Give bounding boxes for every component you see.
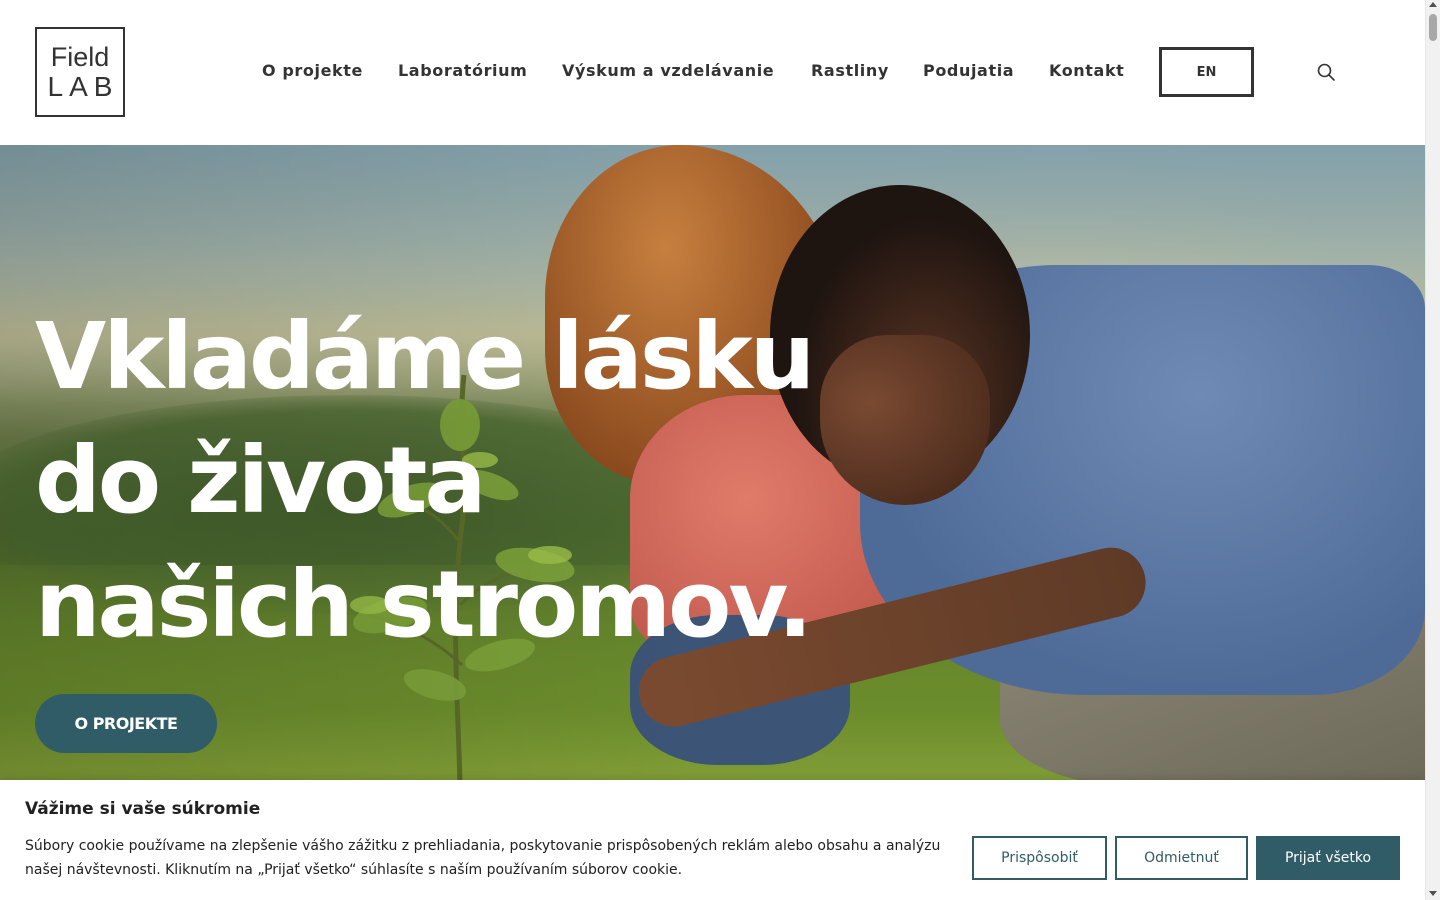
language-button[interactable]: EN [1159, 47, 1254, 97]
cookie-customize-button[interactable]: Prispôsobiť [972, 836, 1107, 880]
nav-item-rastliny[interactable]: Rastliny [811, 58, 889, 84]
hero-title-line-1: Vkladáme lásku [35, 303, 815, 410]
nav-item-podujatia[interactable]: Podujatia [923, 58, 1014, 84]
logo-line-1: Field [50, 42, 110, 72]
scroll-up-icon[interactable] [1429, 2, 1437, 7]
fieldlab-logo[interactable]: Field LAB [35, 27, 125, 117]
logo-line-2: LAB [47, 71, 119, 102]
scroll-thumb[interactable] [1429, 14, 1437, 41]
nav-item-vyskum[interactable]: Výskum a vzdelávanie [562, 58, 774, 84]
nav-item-o-projekte[interactable]: O projekte [262, 58, 363, 84]
hero-title-line-2: do života [35, 427, 486, 534]
hero-section: Vkladáme lásku do života našich stromov.… [0, 145, 1425, 785]
hero-image-boy-face [820, 335, 990, 505]
page-scrollbar[interactable] [1425, 0, 1440, 900]
cookie-banner: Vážime si vaše súkromie Súbory cookie po… [0, 780, 1425, 900]
cookie-accept-button[interactable]: Prijať všetko [1256, 836, 1400, 880]
o-projekte-button[interactable]: O PROJEKTE [35, 694, 217, 753]
site-header: Field LAB O projekte Laboratórium Výskum… [0, 0, 1425, 145]
cookie-text: Súbory cookie používame na zlepšenie váš… [25, 838, 941, 878]
cookie-reject-button[interactable]: Odmietnuť [1115, 836, 1248, 880]
hero-title-line-3: našich stromov. [35, 551, 813, 658]
search-icon[interactable] [1316, 62, 1336, 82]
nav-item-kontakt[interactable]: Kontakt [1049, 58, 1124, 84]
hero-title: Vkladáme lásku do života našich stromov. [35, 295, 835, 667]
scroll-down-icon[interactable] [1429, 891, 1437, 896]
nav-item-laboratorium[interactable]: Laboratórium [398, 58, 527, 84]
cookie-title: Vážime si vaše súkromie [25, 799, 261, 819]
